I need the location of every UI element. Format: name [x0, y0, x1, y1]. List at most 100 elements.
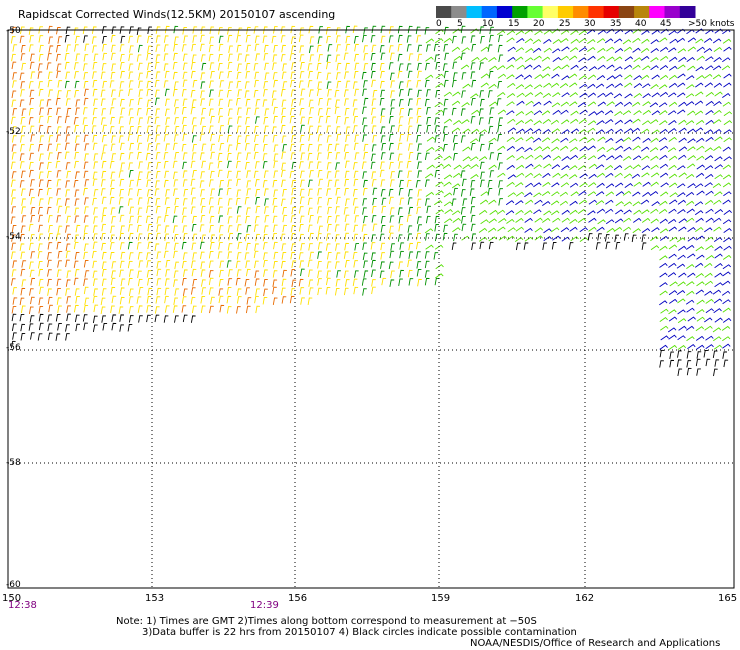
- wind-barb: [579, 237, 589, 242]
- wind-barb: [219, 269, 224, 278]
- wind-barb: [354, 270, 359, 278]
- wind-barb: [119, 314, 125, 322]
- wind-barb: [138, 260, 144, 268]
- wind-barb: [379, 80, 385, 89]
- wind-barb: [505, 64, 515, 70]
- wind-barb: [264, 62, 269, 71]
- wind-barb: [714, 317, 723, 323]
- wind-barb: [353, 142, 359, 151]
- wind-barb: [164, 295, 169, 304]
- wind-barb: [282, 269, 287, 278]
- wind-barb: [678, 154, 687, 160]
- wind-barb: [237, 89, 243, 97]
- wind-barb: [147, 143, 152, 151]
- wind-barb: [309, 251, 315, 260]
- wind-barb: [524, 128, 534, 133]
- wind-barb: [263, 288, 268, 297]
- wind-barb: [263, 252, 268, 260]
- wind-barb: [182, 198, 188, 206]
- wind-barb: [613, 165, 623, 171]
- wind-barb: [19, 72, 25, 81]
- wind-barb: [335, 243, 340, 251]
- wind-barb: [200, 296, 206, 304]
- wind-barb: [713, 101, 722, 106]
- wind-barb: [352, 189, 358, 197]
- wind-barb: [704, 165, 714, 171]
- wind-barb: [109, 242, 115, 250]
- wind-barb: [47, 323, 53, 331]
- wind-barb: [110, 286, 116, 295]
- wind-barb: [20, 268, 26, 277]
- wind-barb: [416, 198, 422, 207]
- wind-barb: [20, 89, 25, 97]
- wind-barb: [84, 297, 90, 306]
- wind-barb: [208, 179, 214, 187]
- wind-barb: [282, 207, 287, 215]
- wind-barb: [245, 287, 250, 295]
- wind-barb: [91, 125, 97, 133]
- wind-barb: [642, 101, 651, 107]
- wind-barb: [236, 306, 241, 314]
- wind-barb: [137, 171, 143, 179]
- wind-barb: [633, 181, 642, 187]
- wind-barb: [703, 350, 709, 358]
- wind-barb: [704, 155, 714, 161]
- wind-barb: [181, 278, 187, 286]
- wind-barb: [39, 153, 44, 161]
- wind-barb: [543, 47, 552, 53]
- wind-barb: [317, 216, 322, 224]
- wind-barb: [199, 251, 205, 260]
- wind-barb: [524, 217, 533, 223]
- wind-barb: [344, 160, 350, 169]
- wind-barb: [128, 80, 134, 88]
- wind-barb: [73, 277, 79, 286]
- wind-barb: [723, 46, 732, 52]
- wind-barb: [426, 164, 435, 170]
- wind-barb: [488, 199, 497, 205]
- wind-barb: [47, 332, 53, 341]
- wind-barb: [237, 27, 243, 35]
- wind-barb: [100, 117, 106, 125]
- wind-barb: [370, 242, 376, 250]
- wind-barb: [406, 80, 412, 88]
- wind-barb: [56, 297, 62, 305]
- wind-barb: [264, 72, 270, 80]
- wind-barb: [696, 145, 705, 151]
- wind-barb: [497, 73, 507, 79]
- wind-barb: [678, 101, 687, 107]
- wind-barb: [524, 57, 534, 63]
- wind-barb: [254, 278, 260, 286]
- wind-barb: [163, 315, 169, 323]
- wind-barb: [155, 180, 160, 188]
- wind-barb: [190, 62, 196, 70]
- wind-barb: [100, 98, 106, 106]
- wind-barb: [614, 145, 624, 151]
- wind-barb: [568, 55, 578, 61]
- wind-barb: [316, 62, 322, 71]
- wind-barb: [659, 218, 668, 224]
- wind-barb: [155, 232, 161, 241]
- wind-barb: [136, 54, 142, 62]
- wind-barb: [335, 215, 340, 223]
- wind-barb: [595, 164, 605, 170]
- wind-barb: [111, 261, 117, 269]
- wind-barb: [309, 170, 314, 178]
- wind-barb: [190, 315, 196, 323]
- wind-barb: [181, 107, 187, 115]
- wind-barb: [632, 64, 641, 70]
- wind-barb: [560, 182, 570, 188]
- wind-barb: [361, 71, 367, 80]
- wind-barb: [605, 183, 615, 189]
- wind-barb: [388, 35, 394, 43]
- wind-barb: [38, 214, 43, 223]
- wind-barb: [73, 241, 79, 250]
- wind-barb: [721, 290, 731, 296]
- wind-barb: [408, 189, 413, 197]
- wind-barb: [363, 97, 369, 106]
- wind-barb: [696, 281, 705, 287]
- wind-barb: [363, 143, 369, 152]
- wind-barb: [622, 39, 632, 45]
- wind-barb: [524, 192, 533, 198]
- wind-barb: [273, 261, 278, 269]
- legend-swatch: [527, 6, 544, 18]
